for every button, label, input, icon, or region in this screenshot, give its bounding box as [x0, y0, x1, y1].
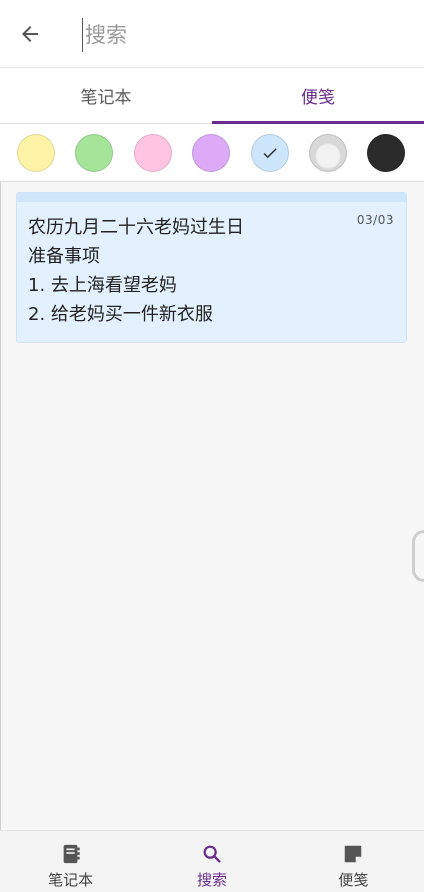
note-line: 2. 给老妈买一件新衣服 — [28, 304, 213, 325]
tab-notebook[interactable]: 笔记本 — [0, 68, 212, 123]
note-card[interactable]: 03/03 农历九月二十六老妈过生日 准备事项 1. 去上海看望老妈 2. 给老… — [16, 192, 407, 343]
search-input[interactable] — [82, 18, 402, 52]
color-swatch-green[interactable] — [75, 134, 113, 172]
color-swatch-yellow[interactable] — [17, 134, 55, 172]
color-swatch-blue[interactable] — [251, 134, 289, 172]
checkmark-icon — [263, 148, 277, 159]
category-tabs: 笔记本 便笺 — [0, 68, 424, 124]
note-date: 03/03 — [356, 213, 394, 227]
sticky-note-icon — [345, 845, 362, 863]
note-content: 农历九月二十六老妈过生日 准备事项 1. 去上海看望老妈 2. 给老妈买一件新衣… — [28, 213, 348, 329]
nav-notebook[interactable]: 笔记本 — [0, 831, 141, 892]
back-button[interactable] — [14, 18, 46, 50]
tab-sticky-notes[interactable]: 便笺 — [212, 68, 424, 124]
nav-search[interactable]: 搜索 — [141, 831, 282, 892]
search-icon — [203, 845, 221, 863]
note-line: 1. 去上海看望老妈 — [28, 275, 177, 296]
color-swatch-gray[interactable] — [309, 134, 347, 172]
nav-notebook-label: 笔记本 — [48, 871, 94, 889]
arrow-left-icon — [22, 26, 38, 42]
color-swatch-purple[interactable] — [192, 134, 230, 172]
color-swatch-pink[interactable] — [134, 134, 172, 172]
color-filter — [0, 124, 424, 182]
note-color-strip — [17, 193, 406, 202]
bottom-navigation: 笔记本 搜索 便笺 — [0, 830, 424, 892]
search-header — [0, 0, 424, 68]
color-swatch-black[interactable] — [367, 134, 405, 172]
nav-search-label: 搜索 — [196, 871, 227, 889]
nav-sticky-notes-label: 便笺 — [338, 871, 369, 889]
note-line: 准备事项 — [28, 246, 100, 267]
side-drawer-handle[interactable] — [412, 530, 424, 582]
note-line: 农历九月二十六老妈过生日 — [28, 217, 244, 238]
notebook-icon — [63, 844, 80, 864]
nav-sticky-notes[interactable]: 便笺 — [283, 831, 424, 892]
